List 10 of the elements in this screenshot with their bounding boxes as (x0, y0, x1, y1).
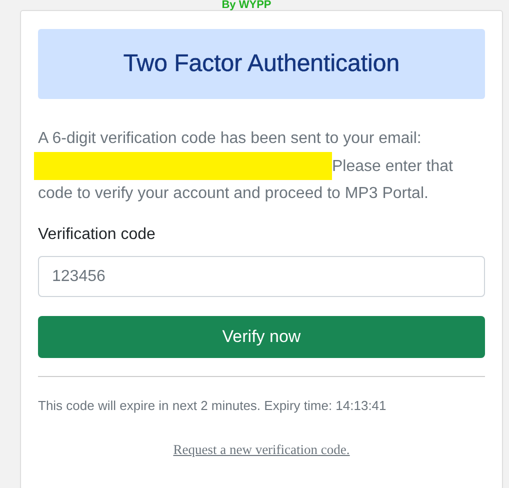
field-label: Verification code (38, 225, 156, 245)
message-text: A 6-digit verification code has been sent to your email: (38, 129, 422, 149)
brand-caption: By WYPP (220, 0, 272, 10)
page-title: Two Factor Authentication (123, 50, 400, 78)
message-text: code to verify your account and proceed to MP3 Portal. (38, 184, 430, 204)
message-text: Please enter that (332, 156, 453, 176)
verify-button[interactable]: Verify now (38, 316, 485, 358)
verification-code-field[interactable]: 123456 (38, 256, 485, 297)
request-code-link[interactable]: Request a new verification code. (173, 442, 350, 457)
expiry-text: This code will expire in next 2 minutes. Expiry time: 14:13:41 (38, 398, 388, 413)
